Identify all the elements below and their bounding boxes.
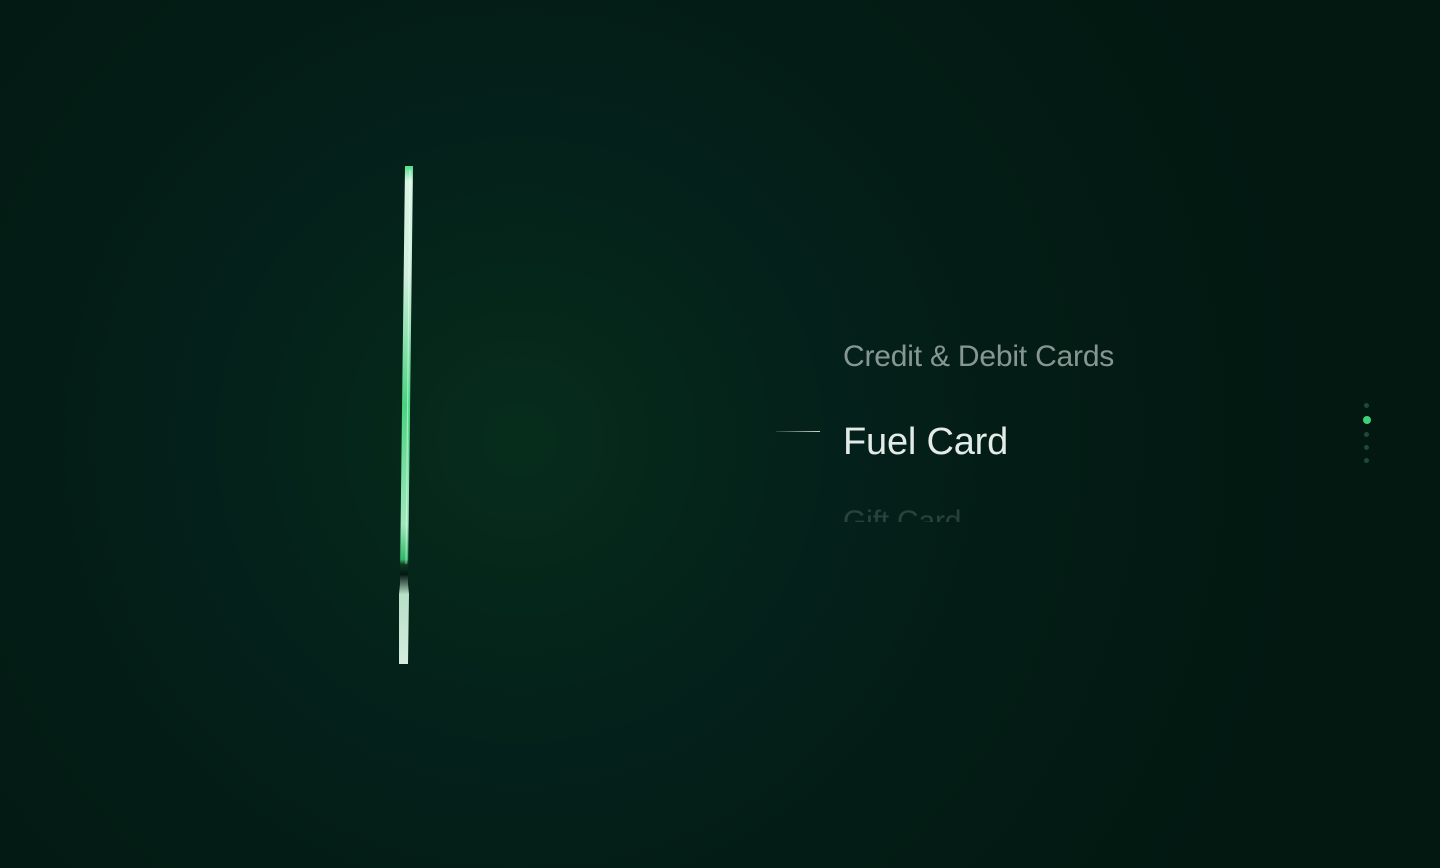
slide-pagination: [1362, 403, 1372, 465]
card-type-list: Credit & Debit Cards Fuel Card Gift Card: [843, 330, 1263, 530]
active-item-marker: [776, 431, 820, 432]
pagination-dot-active[interactable]: [1363, 416, 1371, 424]
card-edge-graphic: [396, 164, 416, 664]
pagination-dot[interactable]: [1364, 445, 1369, 450]
card-edge-surface: [399, 166, 413, 664]
card-type-previous[interactable]: Credit & Debit Cards: [843, 340, 1114, 374]
pagination-dot[interactable]: [1364, 432, 1369, 437]
hero-stage: Credit & Debit Cards Fuel Card Gift Card: [0, 0, 1440, 868]
pagination-dot[interactable]: [1364, 403, 1369, 408]
card-type-next[interactable]: Gift Card: [843, 502, 961, 522]
pagination-dot[interactable]: [1364, 458, 1369, 463]
card-type-active[interactable]: Fuel Card: [843, 421, 1008, 464]
